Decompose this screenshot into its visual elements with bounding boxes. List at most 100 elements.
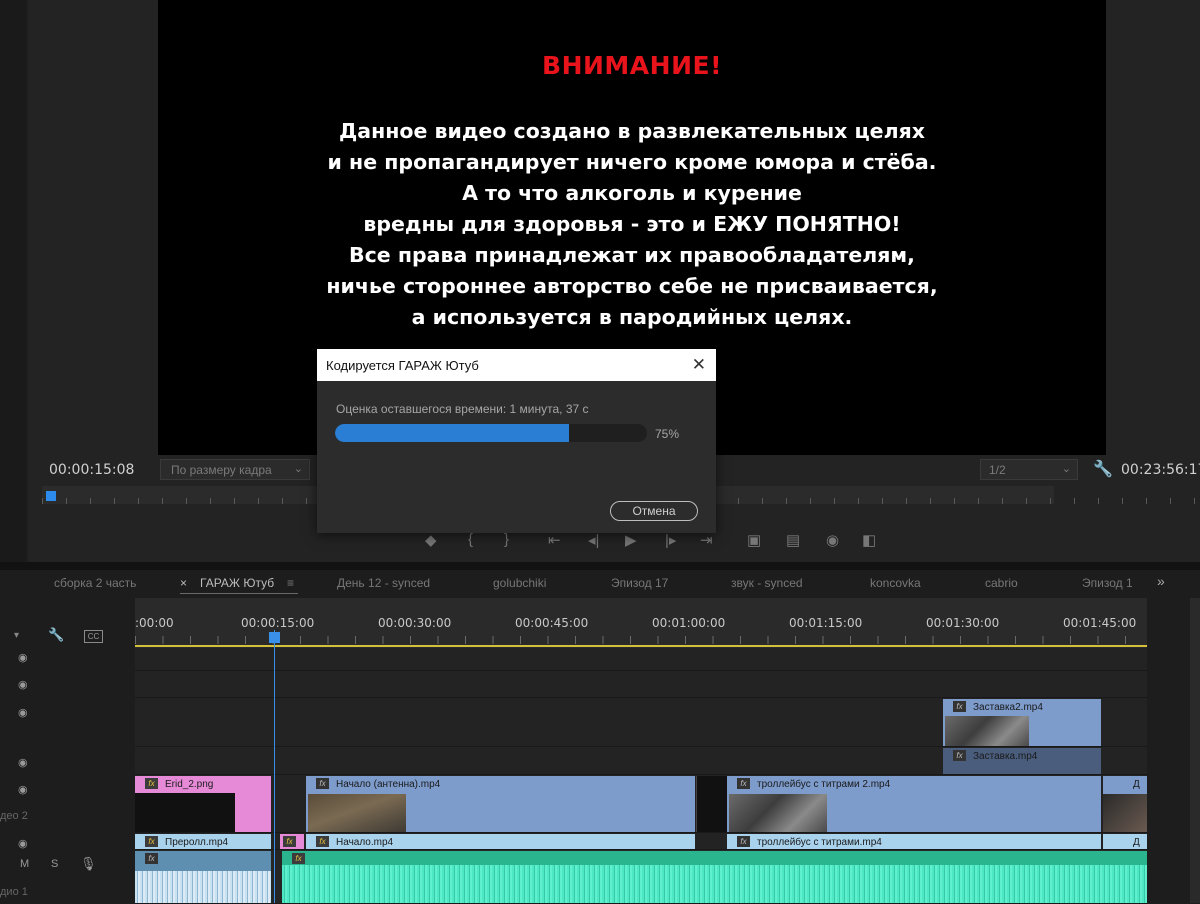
clip-thumbnail bbox=[135, 793, 235, 832]
mark-in-icon[interactable]: { bbox=[468, 531, 473, 548]
tab-episode17[interactable]: Эпизод 17 bbox=[611, 576, 668, 590]
clip-d-bottom[interactable]: Д bbox=[1103, 834, 1147, 849]
audio-waveform bbox=[135, 871, 271, 903]
ruler-label: 00:00:15:00 bbox=[241, 616, 315, 630]
marker-icon[interactable]: ▾ bbox=[14, 630, 19, 641]
tabs-overflow-icon[interactable]: » bbox=[1157, 573, 1165, 589]
clip-nachalo-antenna[interactable]: fx Начало (антенна).mp4 bbox=[306, 776, 695, 832]
time-ruler[interactable]: :00:00 00:00:15:00 00:00:30:00 00:00:45:… bbox=[135, 598, 1147, 648]
playhead-line bbox=[274, 630, 275, 903]
go-to-out-icon[interactable]: ⇥ bbox=[700, 531, 713, 549]
warning-line: ничье стороннее авторство себе не присва… bbox=[326, 274, 938, 298]
clip-name: Заставка.mp4 bbox=[973, 751, 1038, 762]
track-label-audio1: дио 1 bbox=[0, 886, 28, 898]
ruler-label: 00:01:00:00 bbox=[652, 616, 726, 630]
tab-sborka[interactable]: сборка 2 часть bbox=[54, 576, 136, 590]
track-label-video2: део 2 bbox=[0, 810, 28, 822]
tab-zvuk[interactable]: звук - synced bbox=[731, 576, 803, 590]
compare-view-icon[interactable]: ◧ bbox=[862, 531, 876, 549]
fx-badge: fx bbox=[292, 853, 305, 864]
eye-icon[interactable]: ◉ bbox=[18, 651, 28, 664]
camera-icon[interactable]: ◉ bbox=[826, 531, 839, 549]
eye-icon[interactable]: ◉ bbox=[18, 837, 28, 850]
chevron-down-icon: ⌄ bbox=[1061, 463, 1071, 475]
mark-out-icon[interactable]: } bbox=[504, 531, 509, 548]
wrench-icon[interactable]: 🔧 bbox=[48, 627, 64, 643]
tab-episode1[interactable]: Эпизод 1 bbox=[1082, 576, 1132, 590]
wrench-icon[interactable]: 🔧 bbox=[1093, 459, 1113, 479]
ruler-label: 00:01:30:00 bbox=[926, 616, 1000, 630]
tab-garazh[interactable]: ГАРАЖ Ютуб bbox=[200, 576, 274, 590]
tab-den12[interactable]: День 12 - synced bbox=[337, 576, 430, 590]
go-to-in-icon[interactable]: ⇤ bbox=[548, 531, 561, 549]
timeline-scrollbar[interactable] bbox=[1190, 598, 1200, 903]
ruler-label: :00:00 bbox=[135, 616, 174, 630]
tab-cabrio[interactable]: cabrio bbox=[985, 576, 1018, 590]
timeline-playhead[interactable] bbox=[269, 632, 280, 643]
fx-badge: fx bbox=[953, 701, 966, 712]
add-marker-icon[interactable]: ◆ bbox=[425, 531, 437, 549]
clip-name: Д bbox=[1133, 779, 1140, 790]
warning-line: вредны для здоровья - это и ЕЖУ ПОНЯТНО! bbox=[363, 212, 901, 236]
progress-bar bbox=[335, 424, 647, 442]
clip-trolley-titles-2[interactable]: fx троллейбус с титрами 2.mp4 bbox=[727, 776, 1101, 832]
audio-clip-preroll[interactable]: fx bbox=[135, 851, 271, 903]
clip-d-top[interactable]: Д bbox=[1103, 776, 1147, 832]
progress-fill bbox=[335, 424, 569, 442]
audio-clip-main[interactable]: fx bbox=[282, 851, 1147, 903]
current-timecode[interactable]: 00:00:15:08 bbox=[49, 462, 134, 478]
mute-button[interactable]: M bbox=[20, 858, 29, 870]
clip-zastavka[interactable]: fx Заставка.mp4 bbox=[943, 748, 1101, 774]
captions-icon[interactable]: CC bbox=[84, 630, 103, 643]
tab-menu-icon[interactable]: ≡ bbox=[287, 576, 294, 590]
eye-icon[interactable]: ◉ bbox=[18, 706, 28, 719]
step-forward-icon[interactable]: |▸ bbox=[665, 531, 676, 549]
cancel-button[interactable]: Отмена bbox=[610, 501, 698, 521]
fx-badge: fx bbox=[145, 853, 158, 864]
lift-icon[interactable]: ▣ bbox=[747, 531, 761, 549]
warning-line: и не пропагандирует ничего кроме юмора и… bbox=[327, 150, 937, 174]
fx-badge: fx bbox=[953, 750, 966, 761]
clip-name: Преролл.mp4 bbox=[165, 837, 229, 848]
tab-close-icon[interactable]: × bbox=[180, 576, 187, 590]
fit-select-label: По размеру кадра bbox=[171, 463, 272, 477]
warning-line: а используется в пародийных целях. bbox=[411, 305, 853, 329]
resolution-label: 1/2 bbox=[989, 463, 1006, 477]
eye-icon[interactable]: ◉ bbox=[18, 678, 28, 691]
clip-name: Начало.mp4 bbox=[336, 837, 394, 848]
microphone-icon[interactable]: 🎙 bbox=[80, 856, 97, 872]
tab-golubchiki[interactable]: golubchiki bbox=[493, 576, 546, 590]
transition-clip[interactable] bbox=[696, 776, 728, 832]
clip-trolley-titles[interactable]: fx троллейбус с титрами.mp4 bbox=[727, 834, 1101, 849]
fx-badge: fx bbox=[145, 778, 158, 789]
fit-select[interactable]: По размеру кадра ⌄ bbox=[160, 459, 310, 480]
close-icon[interactable]: ✕ bbox=[692, 355, 706, 375]
eye-icon[interactable]: ◉ bbox=[18, 783, 28, 796]
clip-name: Erid_2.png bbox=[165, 779, 214, 790]
clip-small-pink[interactable]: fx bbox=[280, 834, 304, 849]
ruler-label: 00:01:15:00 bbox=[789, 616, 863, 630]
ruler-label: 00:01:45:00 bbox=[1063, 616, 1137, 630]
ruler-label: 00:00:30:00 bbox=[378, 616, 452, 630]
fx-badge: fx bbox=[283, 836, 296, 847]
solo-button[interactable]: S bbox=[51, 858, 58, 870]
play-icon[interactable]: ▶ bbox=[625, 531, 637, 549]
clip-zastavka2[interactable]: fx Заставка2.mp4 bbox=[943, 699, 1101, 746]
clip-name: троллейбус с титрами 2.mp4 bbox=[757, 779, 891, 790]
clip-preroll[interactable]: fx Преролл.mp4 bbox=[135, 834, 271, 849]
extract-icon[interactable]: ▤ bbox=[786, 531, 800, 549]
clip-erid[interactable]: fx Erid_2.png bbox=[135, 776, 271, 832]
tab-koncovka[interactable]: koncovka bbox=[870, 576, 921, 590]
ruler-label: 00:00:45:00 bbox=[515, 616, 589, 630]
clip-nachalo[interactable]: fx Начало.mp4 bbox=[306, 834, 695, 849]
left-panel-edge bbox=[0, 0, 26, 562]
time-estimate: Оценка оставшегося времени: 1 минута, 37… bbox=[336, 402, 589, 416]
step-back-icon[interactable]: ◂| bbox=[588, 531, 599, 549]
work-area-bar[interactable] bbox=[135, 645, 1147, 647]
scrubber-playhead[interactable] bbox=[46, 491, 56, 501]
resolution-select[interactable]: 1/2 ⌄ bbox=[980, 459, 1078, 480]
fx-badge: fx bbox=[316, 836, 329, 847]
eye-icon[interactable]: ◉ bbox=[18, 756, 28, 769]
clip-name: троллейбус с титрами.mp4 bbox=[757, 837, 882, 848]
clip-thumbnail bbox=[308, 794, 406, 832]
